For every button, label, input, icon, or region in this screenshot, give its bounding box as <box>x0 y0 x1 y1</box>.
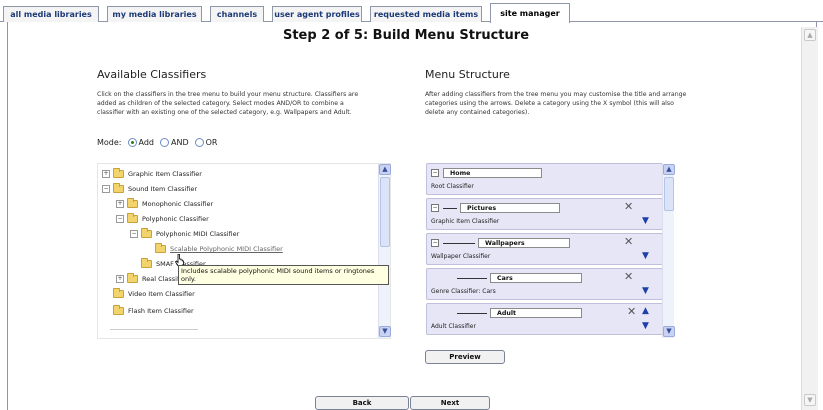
plus-box-icon[interactable]: + <box>116 200 124 208</box>
tab-user-agent-profiles[interactable]: user agent profiles <box>272 6 362 22</box>
classifier-tree: + Graphic Item Classifier − Sound Item C… <box>97 163 391 339</box>
arrow-down-icon[interactable]: ▼ <box>642 252 649 261</box>
tab-my-media-libraries[interactable]: my media libraries <box>107 6 202 22</box>
mode-or-radio[interactable] <box>194 138 204 147</box>
tree-scrollbar[interactable]: ▲ ▼ <box>378 164 391 338</box>
scroll-up-icon[interactable]: ▲ <box>663 164 675 175</box>
tree-scroll-thumb[interactable] <box>380 177 390 247</box>
tab-bar: all media libraries my media libraries c… <box>0 0 823 23</box>
mode-and-radio[interactable] <box>160 138 169 147</box>
folder-open-icon <box>127 213 138 223</box>
available-classifiers-title: Available Classifiers <box>97 68 207 81</box>
available-classifiers-description: Click on the classifiers in the tree men… <box>97 91 359 116</box>
close-icon[interactable]: ✕ <box>624 201 633 212</box>
folder-open-icon <box>141 228 152 238</box>
tree-item-monophonic[interactable]: + Monophonic Classifier <box>116 198 213 210</box>
menu-item-classifier: Root Classifier <box>431 183 474 190</box>
tree-item-graphic[interactable]: + Graphic Item Classifier <box>102 168 202 180</box>
arrow-down-icon[interactable]: ▼ <box>642 287 649 296</box>
preview-button[interactable]: Preview <box>425 350 505 364</box>
menu-item-title-input[interactable]: Wallpapers <box>478 238 570 248</box>
menu-item-classifier: Wallpaper Classifier <box>431 253 491 260</box>
mode-or-label[interactable]: OR <box>206 138 218 147</box>
plus-box-icon[interactable]: + <box>116 275 124 283</box>
tree-item-real[interactable]: + Real Classifier <box>116 273 188 285</box>
menu-structure-description: After adding classifiers from the tree m… <box>425 91 687 116</box>
back-button[interactable]: Back <box>315 396 409 410</box>
minus-box-icon[interactable]: − <box>431 204 439 212</box>
menu-item-pictures: − Pictures Graphic Item Classifier ✕ ▼ <box>426 198 663 230</box>
scroll-up-icon[interactable]: ▲ <box>379 164 391 175</box>
minus-box-icon[interactable]: − <box>431 169 439 177</box>
tree-divider <box>110 329 198 330</box>
page-title: Step 2 of 5: Build Menu Structure <box>282 28 530 43</box>
close-icon[interactable]: ✕ <box>627 306 636 317</box>
folder-icon <box>113 288 124 298</box>
tree-item-polyphonic[interactable]: − Polyphonic Classifier <box>116 213 209 225</box>
tree-item-flash[interactable]: Flash Item Classifier <box>113 305 194 317</box>
menu-structure-list: − Home Root Classifier − Pictures Graphi… <box>423 163 676 339</box>
menu-item-title-input[interactable]: Home <box>443 168 542 178</box>
mode-add-label[interactable]: Add <box>139 138 155 147</box>
menu-item-wallpapers: − Wallpapers Wallpaper Classifier ✕ ▼ <box>426 233 663 265</box>
tree-item-sound[interactable]: − Sound Item Classifier <box>102 183 197 195</box>
tree-item-video[interactable]: Video Item Classifier <box>113 288 195 300</box>
folder-icon <box>155 243 166 253</box>
classifier-tooltip: Includes scalable polyphonic MIDI sound … <box>178 265 389 285</box>
menu-item-title-input[interactable]: Adult <box>490 308 582 318</box>
tree-connector <box>443 207 457 209</box>
tab-requested-media-items[interactable]: requested media items <box>370 6 482 22</box>
menu-item-cars: Cars Genre Classifier: Cars ✕ ▼ <box>426 268 663 300</box>
menu-item-classifier: Genre Classifier: Cars <box>431 288 496 295</box>
tree-item-polyphonic-midi[interactable]: − Polyphonic MIDI Classifier <box>130 228 239 240</box>
folder-open-icon <box>113 183 124 193</box>
menu-item-classifier: Adult Classifier <box>431 323 476 330</box>
arrow-up-icon[interactable]: ▲ <box>642 307 649 316</box>
scroll-down-icon[interactable]: ▼ <box>379 326 391 337</box>
menu-item-home: − Home Root Classifier <box>426 163 663 195</box>
folder-icon <box>127 198 138 208</box>
menu-structure-title: Menu Structure <box>425 68 510 81</box>
folder-icon <box>141 258 152 268</box>
menu-item-classifier: Graphic Item Classifier <box>431 218 500 225</box>
arrow-down-icon[interactable]: ▼ <box>642 217 649 226</box>
mode-selector: Mode: Add AND OR <box>97 138 217 147</box>
mode-label: Mode: <box>97 138 122 147</box>
minus-box-icon[interactable]: − <box>130 230 138 238</box>
tab-all-media-libraries[interactable]: all media libraries <box>3 6 99 22</box>
menu-item-adult: Adult Adult Classifier ✕ ▲ ▼ <box>426 303 663 335</box>
close-icon[interactable]: ✕ <box>624 236 633 247</box>
folder-icon <box>113 305 124 315</box>
menu-scroll-thumb[interactable] <box>664 177 674 211</box>
menu-item-title-input[interactable]: Pictures <box>460 203 560 213</box>
minus-box-icon[interactable]: − <box>431 239 439 247</box>
page-scrollbar[interactable]: ▲ ▼ <box>801 27 818 410</box>
minus-box-icon[interactable]: − <box>116 215 124 223</box>
tree-connector <box>457 277 487 279</box>
tab-site-manager[interactable]: site manager <box>490 3 570 23</box>
mode-and-label[interactable]: AND <box>171 138 189 147</box>
folder-icon <box>127 273 138 283</box>
tree-connector <box>457 312 487 314</box>
tab-channels[interactable]: channels <box>210 6 264 22</box>
folder-icon <box>113 168 124 178</box>
scroll-down-icon[interactable]: ▼ <box>663 326 675 337</box>
tree-connector <box>443 242 475 244</box>
minus-box-icon[interactable]: − <box>102 185 110 193</box>
arrow-down-icon[interactable]: ▼ <box>642 322 649 331</box>
next-button[interactable]: Next <box>410 396 490 410</box>
menu-scrollbar[interactable]: ▲ ▼ <box>662 164 675 338</box>
close-icon[interactable]: ✕ <box>624 271 633 282</box>
scroll-down-icon[interactable]: ▼ <box>804 394 816 406</box>
plus-box-icon[interactable]: + <box>102 170 110 178</box>
menu-item-title-input[interactable]: Cars <box>490 273 582 283</box>
mode-add-radio[interactable] <box>127 138 137 147</box>
